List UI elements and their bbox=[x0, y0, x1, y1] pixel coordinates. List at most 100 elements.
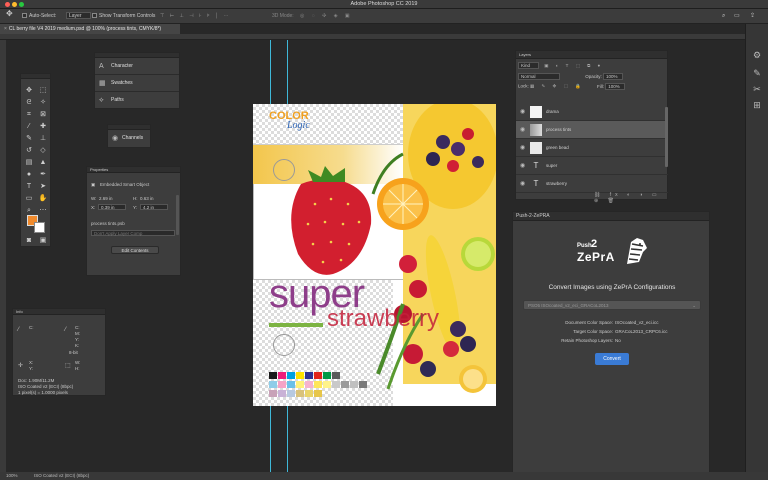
quick-select-tool-icon[interactable]: ✧ bbox=[38, 98, 48, 108]
zebra-head-icon bbox=[627, 238, 647, 264]
minimize-window-button[interactable] bbox=[12, 2, 17, 7]
history-brush-icon[interactable]: ↺ bbox=[24, 146, 34, 156]
filter-icons[interactable]: ▣ ◐ T ⬚ ⧉ ● bbox=[544, 63, 603, 68]
zoom-window-button[interactable] bbox=[19, 2, 24, 7]
tab-close-icon[interactable]: × bbox=[4, 26, 7, 32]
zoom-level[interactable]: 100% bbox=[6, 472, 18, 480]
swatches-panel-button[interactable]: ▦ Swatches bbox=[95, 75, 179, 92]
document-tab[interactable]: × CL berry file V4 2019 medium.psd @ 100%… bbox=[0, 24, 180, 34]
document-canvas[interactable]: COLOR Logic super strawberry bbox=[253, 104, 496, 406]
path-select-tool-icon[interactable]: ➤ bbox=[38, 182, 48, 192]
adjustments-icon[interactable]: ⚙ bbox=[752, 50, 762, 60]
fill-field[interactable]: 100% bbox=[605, 83, 625, 90]
stamp-tool-icon[interactable]: ⊥ bbox=[38, 134, 48, 144]
layer-row[interactable]: ◉ green bead bbox=[516, 139, 668, 157]
x-field[interactable]: 0.39 in bbox=[98, 204, 126, 210]
visibility-eye-icon[interactable]: ◉ bbox=[520, 139, 525, 157]
layers-title: Layers bbox=[519, 52, 532, 57]
history-icon[interactable]: ⊞ bbox=[752, 100, 762, 110]
brush-tool-icon[interactable]: ✎ bbox=[24, 134, 34, 144]
configuration-dropdown[interactable]: PSO5 ISOcoated_v2_eci_GRACoL2013 ⌄ bbox=[523, 300, 701, 310]
pen-tool-icon[interactable]: ✒ bbox=[38, 170, 48, 180]
move-tool-icon[interactable]: ✥ bbox=[24, 86, 34, 96]
search-icon[interactable]: ⌕ bbox=[722, 12, 725, 20]
info-k-label-2: K: bbox=[75, 343, 80, 348]
eyedropper-tool-icon[interactable]: ⁄ bbox=[24, 122, 34, 132]
type-tool-icon[interactable]: T bbox=[24, 182, 34, 192]
h-value[interactable]: 0.63 in bbox=[140, 196, 154, 201]
edit-contents-button[interactable]: Edit Contents bbox=[111, 246, 159, 254]
hand-tool-icon[interactable]: ✋ bbox=[38, 194, 48, 204]
visibility-eye-icon[interactable]: ◉ bbox=[520, 103, 525, 121]
paths-panel-button[interactable]: ⟡ Paths bbox=[95, 92, 179, 109]
quick-mask-icon[interactable]: ◙ bbox=[24, 236, 34, 246]
layer-name: process tints bbox=[546, 127, 572, 132]
crosshair-icon: ✛ bbox=[18, 363, 24, 369]
retain-layers-value: No bbox=[615, 338, 621, 343]
w-value[interactable]: 2.69 in bbox=[99, 196, 113, 201]
visibility-eye-icon[interactable]: ◉ bbox=[520, 175, 525, 193]
properties-scrollbar[interactable] bbox=[176, 195, 179, 235]
blend-mode-dropdown[interactable]: Normal bbox=[518, 73, 560, 80]
info-bit-depth: 8-bit bbox=[69, 350, 78, 355]
layer-thumbnail bbox=[530, 124, 542, 136]
layers-scrollbar[interactable] bbox=[665, 107, 668, 167]
3d-mode-icons[interactable]: ◎ ◌ ✣ ◈ ▣ bbox=[300, 12, 353, 20]
smart-object-icon: ▣ bbox=[91, 182, 96, 187]
tool-presets-icon[interactable]: ✂ bbox=[752, 84, 762, 94]
align-icons[interactable]: ⊤ ⊢ ⊥ ⊣ ⊦ ⊧ │ ⋯ bbox=[160, 12, 230, 20]
x-label: X: bbox=[91, 205, 96, 210]
visibility-eye-icon[interactable]: ◉ bbox=[520, 121, 525, 139]
eraser-tool-icon[interactable]: ◇ bbox=[38, 146, 48, 156]
lock-icons[interactable]: ▦ ✎ ✥ ⬚ 🔒 bbox=[530, 84, 584, 89]
options-bar: ✥ Auto-Select: Layer Show Transform Cont… bbox=[0, 9, 768, 24]
lasso-tool-icon[interactable]: ᘓ bbox=[24, 98, 34, 108]
healing-brush-icon[interactable]: ✚ bbox=[38, 122, 48, 132]
auto-select-checkbox[interactable] bbox=[22, 13, 27, 19]
opacity-field[interactable]: 100% bbox=[603, 73, 623, 80]
close-window-button[interactable] bbox=[5, 2, 10, 7]
layer-comp-dropdown[interactable]: Don't Apply Layer Comp bbox=[91, 230, 175, 236]
vertical-ruler[interactable] bbox=[0, 40, 6, 472]
brush-settings-icon[interactable]: ✎ bbox=[752, 68, 762, 78]
workspace-icon[interactable]: ▭ bbox=[734, 12, 740, 20]
channels-panel-button[interactable]: ◉ Channels bbox=[108, 130, 150, 147]
show-transform-checkbox[interactable] bbox=[92, 13, 97, 19]
auto-select-target-dropdown[interactable]: Layer bbox=[66, 12, 91, 20]
layer-actions-bar[interactable]: ⛓ fx ◐ ◑ ▭ ⊕ 🗑 bbox=[594, 192, 667, 204]
properties-header[interactable]: Properties bbox=[87, 167, 180, 173]
more-tools-icon[interactable]: ⋯ bbox=[38, 206, 48, 216]
gradient-tool-icon[interactable]: ▤ bbox=[24, 158, 34, 168]
dodge-tool-icon[interactable]: ● bbox=[24, 170, 34, 180]
blur-tool-icon[interactable]: ▲ bbox=[38, 158, 48, 168]
character-label: Character bbox=[111, 63, 133, 69]
layer-row[interactable]: ◉ drama bbox=[516, 103, 668, 121]
layer-filter-dropdown[interactable]: Kind bbox=[518, 62, 540, 69]
visibility-eye-icon[interactable]: ◉ bbox=[520, 157, 525, 175]
tools-panel-header[interactable] bbox=[21, 74, 50, 79]
horizontal-ruler[interactable] bbox=[0, 34, 745, 40]
layer-row[interactable]: ◉ T super bbox=[516, 157, 668, 175]
status-profile[interactable]: ISO Coated v2 (ECI) (8bpc) bbox=[34, 472, 89, 480]
push2zepra-header[interactable]: Push-2-ZePRA bbox=[513, 212, 709, 221]
background-color-swatch[interactable] bbox=[34, 222, 45, 233]
crop-tool-icon[interactable]: ⌗ bbox=[24, 110, 34, 120]
info-header[interactable]: Info bbox=[13, 309, 105, 315]
layer-name: super bbox=[546, 163, 558, 168]
shape-tool-icon[interactable]: ▭ bbox=[24, 194, 34, 204]
frame-tool-icon[interactable]: ⊠ bbox=[38, 110, 48, 120]
share-icon[interactable]: ⇪ bbox=[750, 12, 755, 20]
character-panel-button[interactable]: A Character bbox=[95, 58, 179, 75]
marquee-tool-icon[interactable]: ⬚ bbox=[38, 86, 48, 96]
screen-mode-icon[interactable]: ▣ bbox=[38, 236, 48, 246]
layer-thumbnail bbox=[530, 142, 542, 154]
convert-button[interactable]: Convert bbox=[595, 353, 629, 365]
move-tool-icon[interactable]: ✥ bbox=[6, 10, 13, 18]
layer-row-selected[interactable]: ◉ process tints bbox=[516, 121, 668, 139]
layers-header[interactable]: Layers bbox=[516, 51, 667, 59]
text-layer-icon: T bbox=[533, 179, 539, 188]
strawberry-text-layer: strawberry bbox=[327, 305, 440, 332]
y-field[interactable]: 4.2 in bbox=[140, 204, 168, 210]
info-c-label-2: C: bbox=[75, 325, 80, 330]
layer-row[interactable]: ◉ T strawberry bbox=[516, 175, 668, 193]
